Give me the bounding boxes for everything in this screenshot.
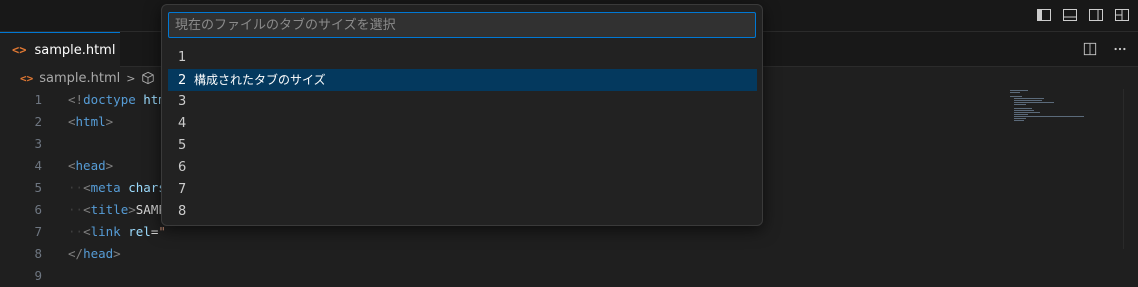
quick-pick-item[interactable]: 1	[168, 47, 757, 69]
quick-pick-input[interactable]	[168, 12, 756, 38]
line-number: 1	[34, 92, 42, 107]
quick-pick-item[interactable]: 6	[168, 157, 757, 179]
quick-pick-item[interactable]: 3	[168, 91, 757, 113]
quick-pick-item[interactable]: 7	[168, 179, 757, 201]
split-editor-icon[interactable]	[1082, 41, 1098, 57]
line-number: 4	[34, 158, 42, 173]
code-line: 8 </head>	[0, 243, 1000, 265]
html-file-icon: <>	[20, 71, 34, 85]
more-actions-icon[interactable]	[1112, 41, 1128, 57]
code-text: <html>	[68, 114, 114, 129]
layout-controls	[1036, 7, 1130, 23]
quick-pick-list: 1 2 構成されたタブのサイズ 3 4 5 6 7 8	[168, 47, 757, 223]
tab-size-quick-pick: 1 2 構成されたタブのサイズ 3 4 5 6 7 8	[161, 4, 763, 226]
tab-label: sample.html	[34, 42, 116, 58]
tab-sample-html[interactable]: <> sample.html	[0, 32, 120, 67]
line-number: 6	[34, 202, 42, 217]
line-number: 7	[34, 224, 42, 239]
code-text: <!doctype htm	[68, 92, 166, 107]
quick-pick-item[interactable]: 4	[168, 113, 757, 135]
code-text: </head>	[68, 246, 121, 261]
line-number: 8	[34, 246, 42, 261]
quick-pick-item[interactable]: 8	[168, 201, 757, 223]
tab-size-number: 4	[178, 116, 187, 131]
toggle-panel-icon[interactable]	[1062, 7, 1078, 23]
cube-icon	[141, 71, 155, 85]
line-number: 3	[34, 136, 42, 151]
line-number: 9	[34, 268, 42, 283]
tab-size-number: 2	[178, 73, 187, 88]
tab-size-number: 7	[178, 182, 187, 197]
line-number: 5	[34, 180, 42, 195]
code-text: ··<link rel="	[68, 224, 166, 239]
quick-pick-item[interactable]: 5	[168, 135, 757, 157]
quick-pick-item[interactable]: 2 構成されたタブのサイズ	[168, 69, 757, 91]
tab-size-number: 8	[178, 204, 187, 219]
minimap[interactable]	[1010, 89, 1100, 139]
toggle-secondary-sidebar-icon[interactable]	[1088, 7, 1104, 23]
toggle-primary-sidebar-icon[interactable]	[1036, 7, 1052, 23]
code-text: ··<title>SAMP	[68, 202, 166, 217]
tab-size-number: 6	[178, 160, 187, 175]
chevron-right-icon: >	[126, 71, 136, 85]
tab-size-number: 1	[178, 50, 187, 65]
editor-actions	[1082, 41, 1128, 57]
html-file-icon: <>	[12, 43, 27, 57]
tab-size-number: 3	[178, 94, 187, 109]
vertical-scrollbar[interactable]	[1123, 89, 1138, 249]
tab-size-description: 構成されたタブのサイズ	[194, 73, 326, 87]
breadcrumb-file[interactable]: sample.html	[39, 71, 120, 86]
line-number: 2	[34, 114, 42, 129]
code-line: 9	[0, 265, 1000, 287]
code-text: <head>	[68, 158, 114, 173]
customize-layout-icon[interactable]	[1114, 7, 1130, 23]
code-text: ··<meta chars	[68, 180, 166, 195]
tab-size-number: 5	[178, 138, 187, 153]
